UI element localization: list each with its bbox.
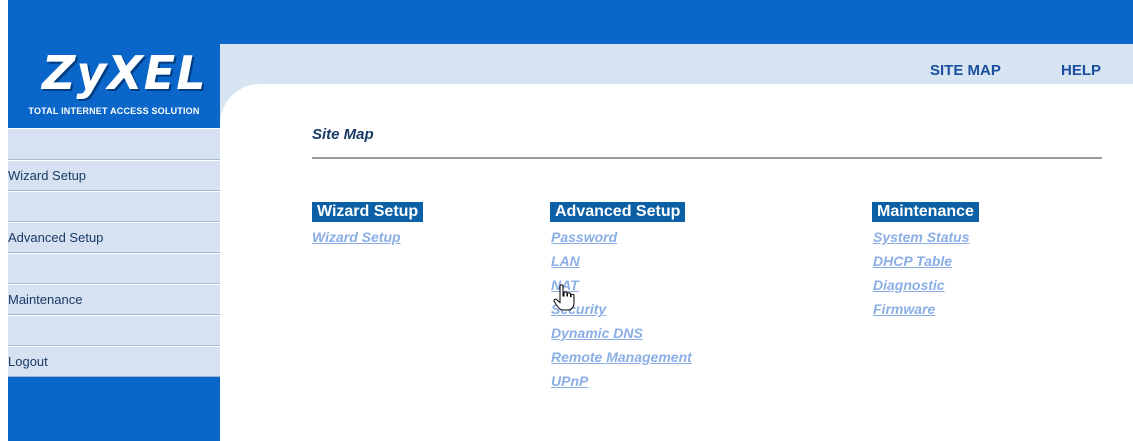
heading-wizard-setup: Wizard Setup bbox=[312, 202, 424, 222]
sidebar-item-label: Logout bbox=[8, 354, 48, 369]
sidebar-spacer bbox=[8, 253, 220, 284]
link-upnp[interactable]: UPnP bbox=[551, 373, 588, 389]
page-title: Site Map bbox=[312, 126, 374, 143]
link-lan[interactable]: LAN bbox=[551, 253, 580, 269]
sidebar-item-logout[interactable]: Logout bbox=[8, 346, 220, 377]
link-diagnostic[interactable]: Diagnostic bbox=[873, 277, 945, 293]
hand-pointer-cursor-icon bbox=[553, 284, 575, 311]
top-banner bbox=[8, 0, 1133, 44]
sidebar-item-maintenance[interactable]: Maintenance bbox=[8, 284, 220, 315]
link-remote-management[interactable]: Remote Management bbox=[551, 349, 692, 365]
help-link[interactable]: HELP bbox=[1061, 62, 1101, 79]
sidebar-item-advanced-setup[interactable]: Advanced Setup bbox=[8, 222, 220, 253]
sidebar-spacer bbox=[8, 191, 220, 222]
link-firmware[interactable]: Firmware bbox=[873, 301, 935, 317]
link-wizard-setup[interactable]: Wizard Setup bbox=[312, 229, 401, 245]
sidebar-item-label: Maintenance bbox=[8, 292, 83, 307]
link-dhcp-table[interactable]: DHCP Table bbox=[873, 253, 952, 269]
sidebar-spacer bbox=[8, 315, 220, 346]
link-password[interactable]: Password bbox=[551, 229, 617, 245]
logo-tagline: TOTAL INTERNET ACCESS SOLUTION bbox=[28, 106, 200, 116]
sidebar-item-label: Wizard Setup bbox=[8, 168, 87, 183]
sidebar: Wizard Setup Advanced Setup Maintenance … bbox=[8, 128, 220, 441]
site-map-link[interactable]: SITE MAP bbox=[930, 62, 1001, 79]
logo-area: ZyXEL TOTAL INTERNET ACCESS SOLUTION bbox=[8, 44, 220, 128]
sidebar-spacer bbox=[8, 128, 220, 160]
link-dynamic-dns[interactable]: Dynamic DNS bbox=[551, 325, 643, 341]
sidebar-item-label: Advanced Setup bbox=[8, 230, 104, 245]
link-system-status[interactable]: System Status bbox=[873, 229, 969, 245]
sidebar-item-wizard-setup[interactable]: Wizard Setup bbox=[8, 160, 220, 191]
heading-maintenance: Maintenance bbox=[872, 202, 979, 222]
zyxel-logo: ZyXEL bbox=[42, 46, 207, 100]
heading-advanced-setup: Advanced Setup bbox=[550, 202, 686, 222]
title-divider bbox=[312, 157, 1102, 159]
